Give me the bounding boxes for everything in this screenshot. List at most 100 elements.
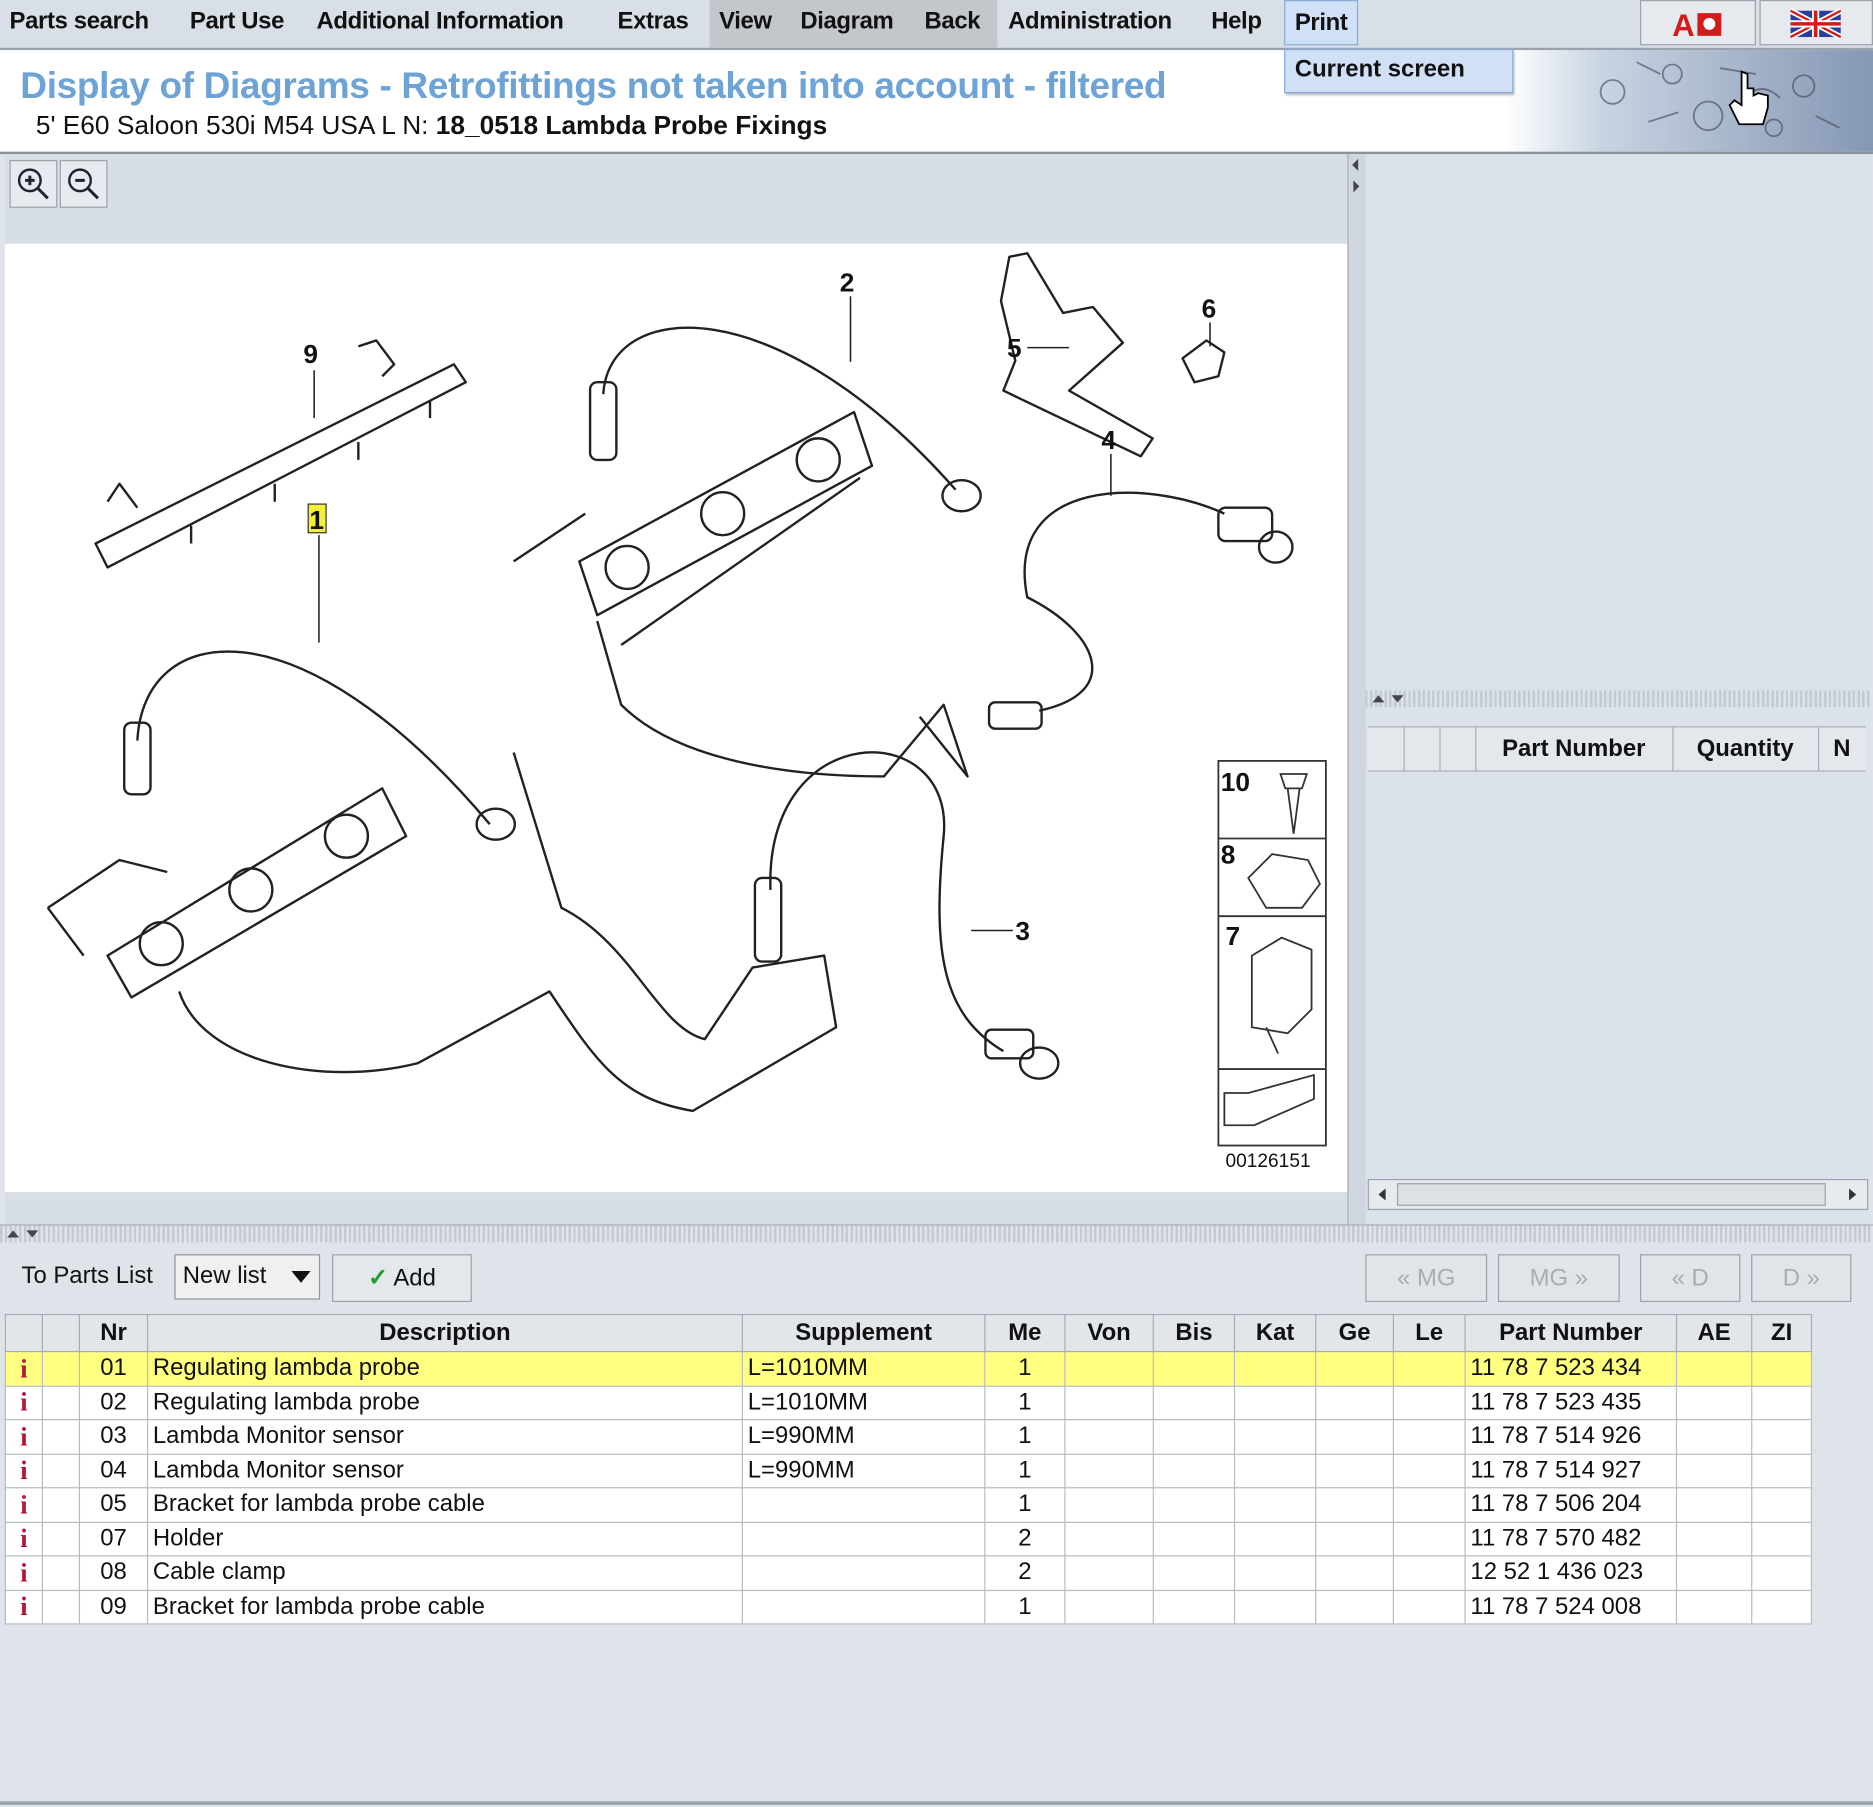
- info-icon[interactable]: i: [4, 1419, 44, 1455]
- cell-description: Bracket for lambda probe cable: [146, 1589, 743, 1625]
- callout-9[interactable]: 9: [303, 339, 318, 369]
- info-icon[interactable]: i: [4, 1521, 44, 1557]
- country-flag-button[interactable]: [1759, 0, 1873, 46]
- cell-zi: [1751, 1385, 1813, 1421]
- info-icon[interactable]: i: [4, 1453, 44, 1489]
- language-button[interactable]: A: [1640, 0, 1756, 46]
- zoom-out-button[interactable]: [59, 160, 108, 208]
- info-icon[interactable]: i: [4, 1589, 44, 1625]
- right-col-part-number[interactable]: Part Number: [1475, 727, 1674, 771]
- col-header-ae[interactable]: AE: [1675, 1313, 1753, 1353]
- cell-von: [1064, 1453, 1154, 1489]
- to-parts-list-label: To Parts List: [21, 1262, 153, 1289]
- info-icon[interactable]: i: [4, 1385, 44, 1421]
- menu-help[interactable]: Help: [1202, 0, 1271, 45]
- menu-parts-search[interactable]: Parts search: [0, 0, 158, 45]
- zoom-out-icon: [68, 168, 100, 200]
- col-header-von[interactable]: Von: [1064, 1313, 1154, 1353]
- right-col-blank-2[interactable]: [1404, 727, 1441, 771]
- cell-ge: [1315, 1555, 1394, 1591]
- callout-7[interactable]: 7: [1226, 921, 1241, 951]
- callout-4[interactable]: 4: [1101, 425, 1116, 455]
- cell-part-number: 11 78 7 523 434: [1464, 1350, 1678, 1387]
- right-col-blank-3[interactable]: [1439, 727, 1477, 771]
- vertical-splitter[interactable]: [1347, 154, 1367, 1225]
- info-icon[interactable]: i: [4, 1350, 44, 1387]
- menu-additional-information[interactable]: Additional Information: [307, 0, 573, 45]
- menu-administration[interactable]: Administration: [999, 0, 1182, 45]
- table-row[interactable]: i 04 Lambda Monitor sensor L=990MM 1 11 78 7 …: [4, 1453, 1813, 1489]
- col-header-kat[interactable]: Kat: [1233, 1313, 1317, 1353]
- callout-5[interactable]: 5: [1007, 333, 1022, 363]
- cell-part-number: 11 78 7 514 926: [1464, 1419, 1678, 1455]
- col-header-select[interactable]: [41, 1313, 81, 1353]
- cell-supplement: L=990MM: [741, 1453, 986, 1489]
- table-row[interactable]: i 03 Lambda Monitor sensor L=990MM 1 11 78 7 …: [4, 1419, 1813, 1455]
- col-header-le[interactable]: Le: [1392, 1313, 1466, 1353]
- cell-description: Lambda Monitor sensor: [146, 1453, 743, 1489]
- cell-nr: 05: [78, 1487, 149, 1523]
- menu-part-use[interactable]: Part Use: [180, 0, 293, 45]
- cell-supplement: [741, 1555, 986, 1591]
- callout-10[interactable]: 10: [1221, 767, 1250, 797]
- cell-ge: [1315, 1521, 1394, 1557]
- scroll-right-icon: [1849, 1188, 1857, 1201]
- clip-6-shape: [1181, 339, 1226, 384]
- horizontal-splitter[interactable]: [0, 1224, 1873, 1243]
- table-row[interactable]: i 07 Holder 2 11 78 7 570 482: [4, 1521, 1813, 1557]
- add-button[interactable]: ✓ Add: [332, 1254, 472, 1303]
- callout-3[interactable]: 3: [1015, 916, 1030, 946]
- table-row[interactable]: i 05 Bracket for lambda probe cable 1 11 78 …: [4, 1487, 1813, 1523]
- right-col-blank-1[interactable]: [1368, 727, 1405, 771]
- next-diagram-button[interactable]: D »: [1751, 1254, 1852, 1303]
- callout-1[interactable]: 1: [309, 505, 324, 535]
- table-row[interactable]: i 09 Bracket for lambda probe cable 1 11 78 …: [4, 1589, 1813, 1625]
- col-header-supplement[interactable]: Supplement: [741, 1313, 986, 1353]
- right-horizontal-scrollbar[interactable]: [1367, 1178, 1869, 1211]
- cell-zi: [1751, 1453, 1813, 1489]
- cell-le: [1392, 1555, 1466, 1591]
- sensor-2-cable: [602, 326, 957, 491]
- right-col-quantity[interactable]: Quantity: [1672, 727, 1820, 771]
- col-header-nr[interactable]: Nr: [78, 1313, 149, 1353]
- col-header-info[interactable]: [4, 1313, 44, 1353]
- table-row[interactable]: i 02 Regulating lambda probe L=1010MM 1 11 78…: [4, 1385, 1813, 1421]
- menu-extras[interactable]: Extras: [608, 0, 698, 45]
- col-header-ge[interactable]: Ge: [1315, 1313, 1394, 1353]
- bracket-5-shape: [999, 252, 1154, 458]
- page-title: Display of Diagrams - Retrofittings not …: [20, 64, 1167, 107]
- cell-nr: 07: [78, 1521, 149, 1557]
- table-row[interactable]: i 01 Regulating lambda probe L=1010MM 1 11 78…: [4, 1350, 1813, 1387]
- cell-me: 1: [984, 1385, 1066, 1421]
- next-main-group-button[interactable]: MG »: [1497, 1254, 1620, 1303]
- menu-print[interactable]: Print: [1284, 0, 1359, 46]
- right-col-n[interactable]: N: [1818, 727, 1866, 770]
- table-row[interactable]: i 08 Cable clamp 2 12 52 1 436 023: [4, 1555, 1813, 1591]
- parts-list-select[interactable]: New list: [174, 1254, 321, 1300]
- col-header-description[interactable]: Description: [146, 1313, 743, 1353]
- right-panel-splitter[interactable]: [1365, 690, 1871, 708]
- cell-le: [1392, 1350, 1466, 1387]
- callout-6[interactable]: 6: [1202, 294, 1217, 324]
- menu-view[interactable]: View: [710, 0, 782, 45]
- menu-current-screen[interactable]: Current screen: [1295, 56, 1465, 83]
- cell-von: [1064, 1589, 1154, 1625]
- callout-8[interactable]: 8: [1221, 840, 1236, 870]
- hand-cursor-icon: [1728, 70, 1769, 126]
- col-header-me[interactable]: Me: [984, 1313, 1066, 1353]
- parts-diagram[interactable]: 1 2 3 4 5 6 9 10 8 7 00126151: [4, 243, 1348, 1193]
- zoom-in-button[interactable]: [9, 160, 58, 208]
- cell-me: 1: [984, 1350, 1066, 1387]
- callout-2[interactable]: 2: [840, 267, 855, 297]
- col-header-zi[interactable]: ZI: [1751, 1313, 1813, 1353]
- col-header-bis[interactable]: Bis: [1152, 1313, 1236, 1353]
- cell-part-number: 12 52 1 436 023: [1464, 1555, 1678, 1591]
- info-icon[interactable]: i: [4, 1487, 44, 1523]
- col-header-part-number[interactable]: Part Number: [1464, 1313, 1678, 1353]
- menu-diagram[interactable]: Diagram: [791, 0, 903, 45]
- prev-diagram-button[interactable]: « D: [1640, 1254, 1741, 1303]
- cell-von: [1064, 1555, 1154, 1591]
- menu-back[interactable]: Back: [915, 0, 990, 45]
- prev-main-group-button[interactable]: « MG: [1365, 1254, 1488, 1303]
- info-icon[interactable]: i: [4, 1555, 44, 1591]
